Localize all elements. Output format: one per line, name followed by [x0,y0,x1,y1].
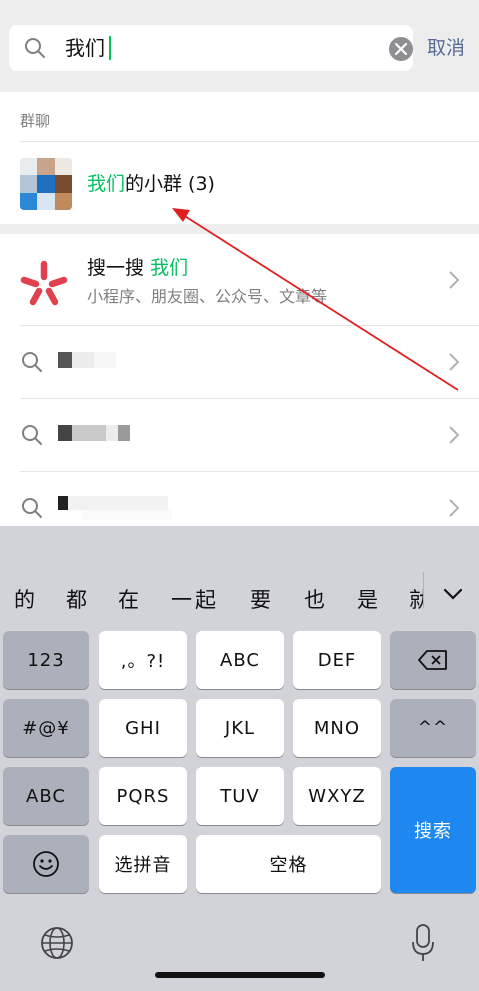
candidate-bar: 的 都 在 一起 要 也 是 就 [0,526,479,630]
key-abc-mode[interactable]: ABC [3,767,89,825]
chevron-right-icon [449,499,459,517]
home-indicator [155,972,325,978]
search-results-list: 搜一搜 我们 小程序、朋友圈、公众号、文章等 [0,234,479,526]
suggestion-row[interactable] [0,399,479,471]
group-name-highlight: 我们 [87,173,126,195]
chevron-right-icon [449,271,459,289]
candidate-word[interactable]: 都 [66,584,90,614]
candidate-word[interactable]: 一起 [171,584,219,614]
souyisou-title-prefix: 搜一搜 [87,257,145,279]
group-name-rest: 的小群 (3) [125,173,215,195]
souyisou-subtitle: 小程序、朋友圈、公众号、文章等 [87,287,328,306]
key-emoticon[interactable]: ^^ [390,699,476,757]
search-icon [22,425,42,445]
chevron-down-icon[interactable] [443,588,463,602]
microphone-icon[interactable] [411,924,435,962]
chevron-right-icon [449,426,459,444]
keyboard-bottom-bar [0,918,479,991]
key-symbols[interactable]: #@¥ [3,699,89,757]
key-ghi[interactable]: GHI [99,699,187,757]
group-name: 我们的小群 (3) [87,172,215,196]
search-icon [25,38,45,58]
souyisou-logo-icon [20,260,68,306]
candidate-word[interactable]: 也 [304,584,328,614]
key-def[interactable]: DEF [293,631,381,689]
candidate-word[interactable]: 在 [118,584,142,614]
divider [423,572,424,608]
candidate-word[interactable]: 要 [250,584,274,614]
backspace-icon [418,650,447,670]
key-pqrs[interactable]: PQRS [99,767,187,825]
section-title-group-chat: 群聊 [20,112,51,130]
emoji-key[interactable] [3,835,89,893]
candidate-word[interactable]: 是 [357,584,381,614]
candidate-word[interactable]: 的 [14,584,38,614]
key-mno[interactable]: MNO [293,699,381,757]
search-icon [22,498,42,518]
search-query: 我们 [65,36,105,60]
backspace-key[interactable] [390,631,476,689]
search-header: 我们 取消 [0,0,479,92]
search-input[interactable]: 我们 [9,25,413,71]
souyisou-result[interactable]: 搜一搜 我们 小程序、朋友圈、公众号、文章等 [0,234,479,326]
clear-icon[interactable] [389,37,413,61]
suggestion-row[interactable] [0,326,479,398]
group-avatar [20,158,72,210]
text-caret [109,36,111,60]
chevron-right-icon [449,353,459,371]
emoji-icon [33,851,59,877]
key-123[interactable]: 123 [3,631,89,689]
key-punctuation[interactable]: ,。?! [99,631,187,689]
key-wxyz[interactable]: WXYZ [293,767,381,825]
group-chat-result[interactable]: 我们的小群 (3) [0,142,479,224]
souyisou-title: 搜一搜 我们 [87,256,188,280]
key-select-pinyin[interactable]: 选拼音 [99,835,187,893]
keyboard: 的 都 在 一起 要 也 是 就 123 ,。?! ABC DEF #@¥ GH… [0,526,479,991]
key-jkl[interactable]: JKL [196,699,284,757]
candidate-word[interactable]: 就 [409,584,423,614]
space-key[interactable]: 空格 [196,835,381,893]
souyisou-title-highlight: 我们 [150,257,189,279]
key-abc[interactable]: ABC [196,631,284,689]
globe-icon[interactable] [40,926,74,960]
search-key[interactable]: 搜索 [390,767,476,893]
cancel-button[interactable]: 取消 [427,34,465,62]
key-tuv[interactable]: TUV [196,767,284,825]
search-icon [22,352,42,372]
